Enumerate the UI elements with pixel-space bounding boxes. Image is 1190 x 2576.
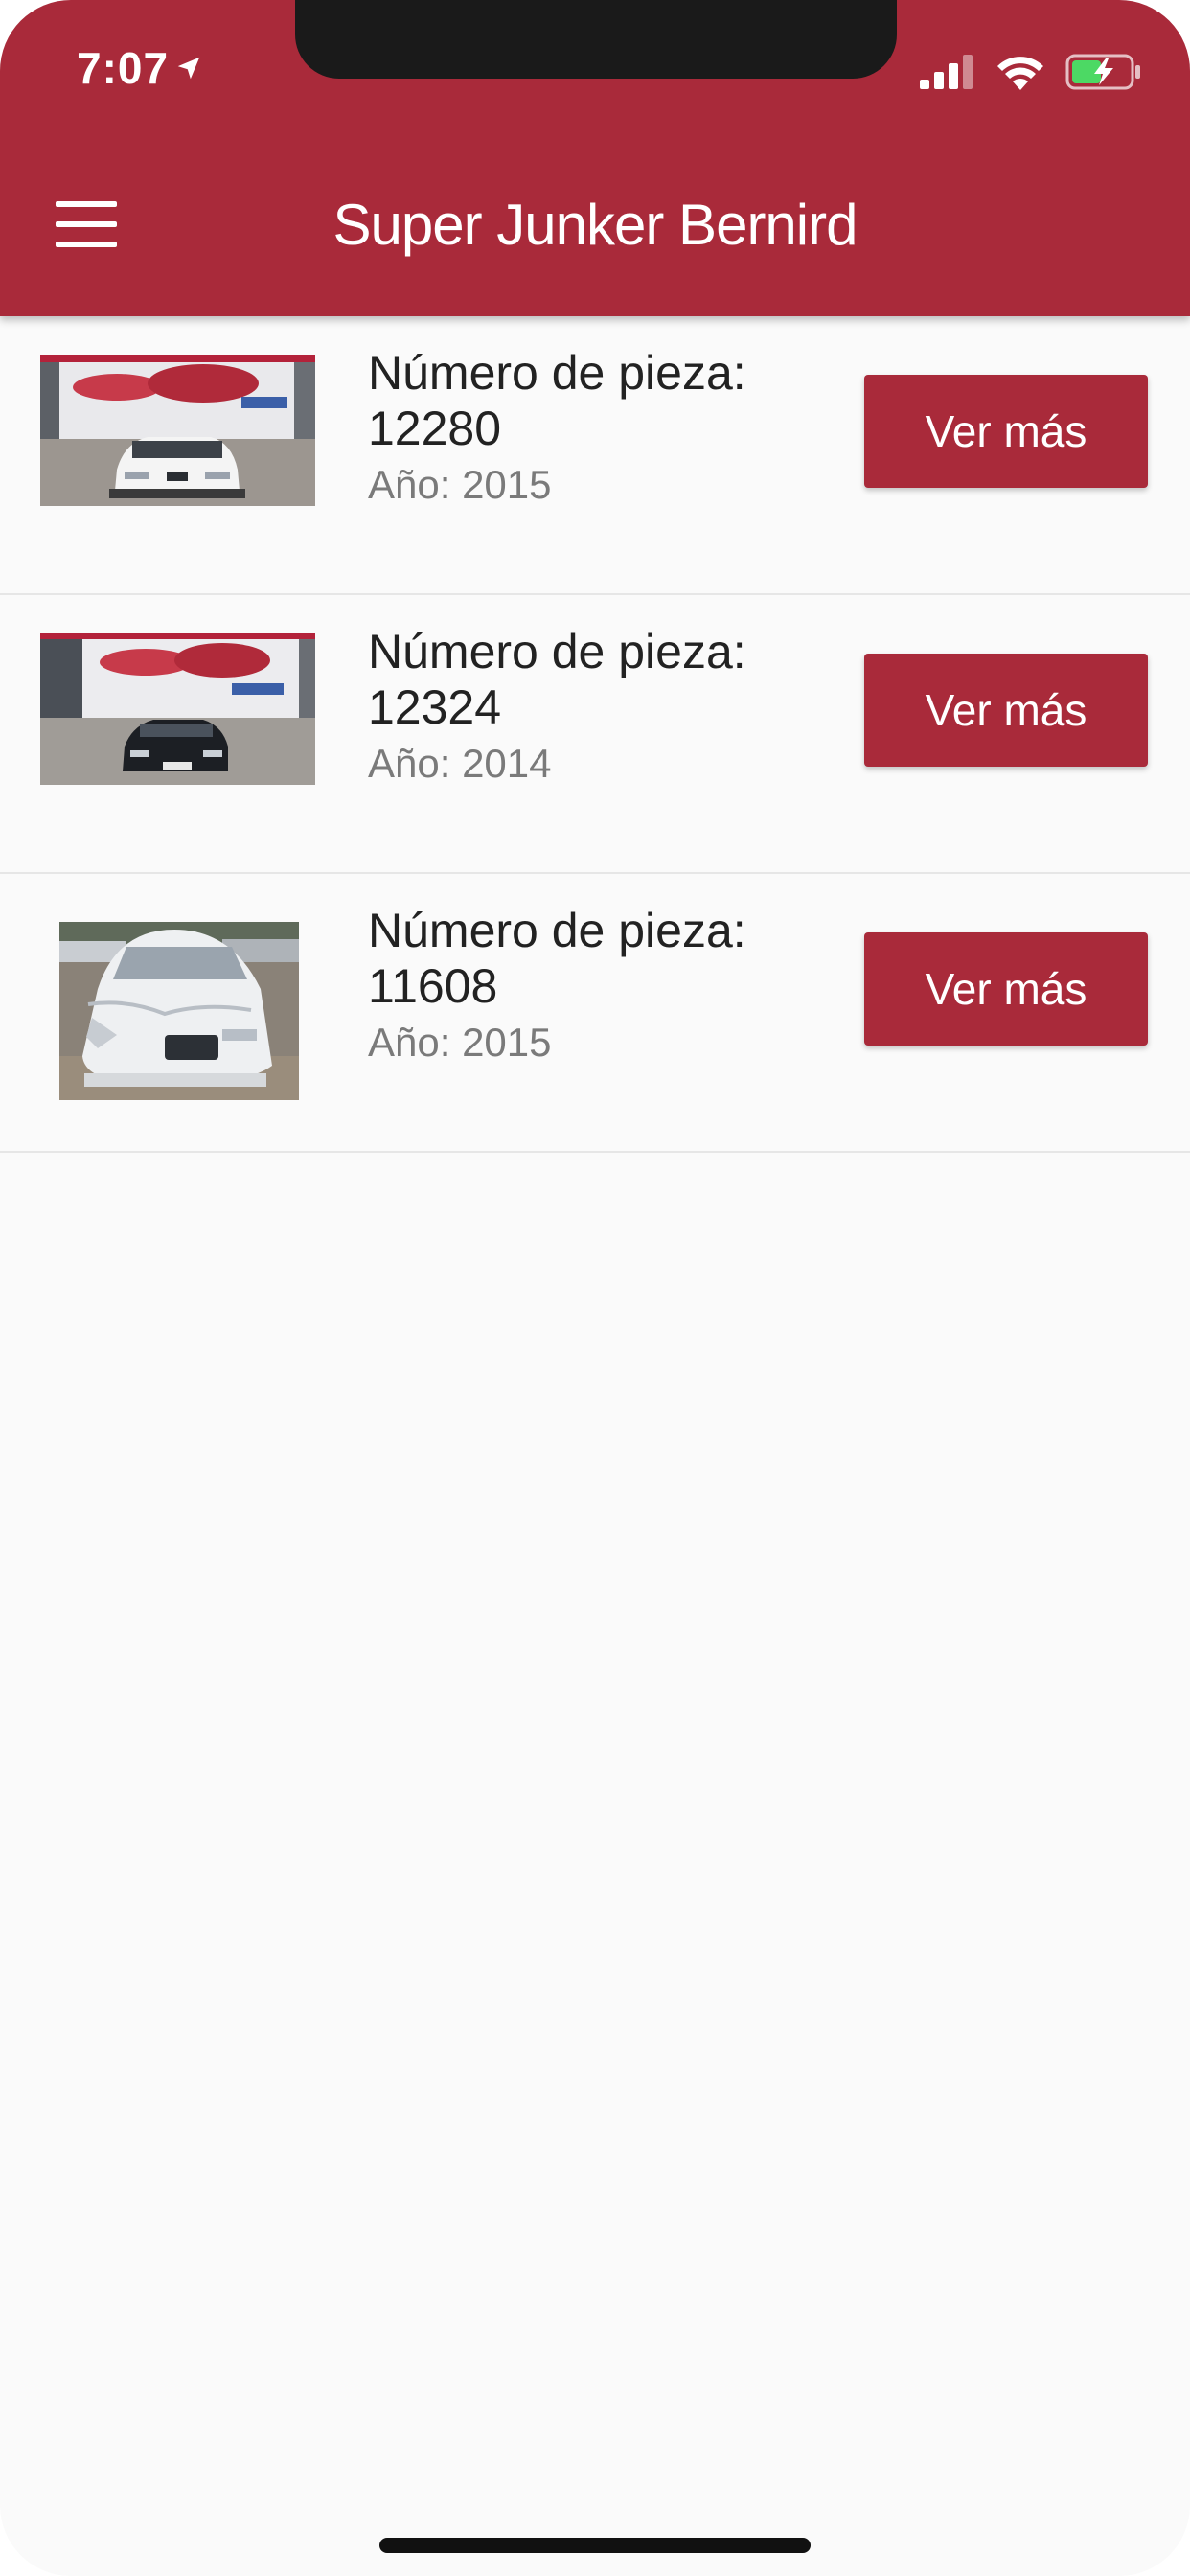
car-thumbnail[interactable] — [40, 633, 315, 785]
item-info: Número de pieza: 12280 Año: 2015 — [368, 345, 828, 512]
list-item: Número de pieza: 11608 Año: 2015 Ver más — [0, 874, 1190, 1153]
home-indicator[interactable] — [379, 2538, 811, 2553]
year-text: Año: 2014 — [368, 741, 552, 786]
year-text: Año: 2015 — [368, 1020, 552, 1065]
parts-list: Número de pieza: 12280 Año: 2015 Ver más — [0, 316, 1190, 1153]
see-more-button[interactable]: Ver más — [864, 375, 1148, 488]
year-text: Año: 2015 — [368, 462, 552, 507]
part-number-value: 11608 — [368, 959, 498, 1013]
cellular-signal-icon — [920, 55, 973, 89]
device-notch — [295, 0, 897, 79]
part-number-label: Número de pieza: — [368, 346, 746, 400]
battery-charging-icon — [1065, 54, 1140, 90]
part-number-label: Número de pieza: — [368, 625, 746, 678]
dark-car-photo — [40, 633, 315, 785]
page-title: Super Junker Bernird — [332, 193, 858, 257]
car-thumbnail[interactable] — [59, 922, 299, 1100]
status-time-text: 7:07 — [77, 43, 170, 93]
status-icons — [920, 54, 1142, 90]
list-item: Número de pieza: 12280 Año: 2015 Ver más — [0, 316, 1190, 595]
phone-screen: 7:07 Super Junker Bernird Número de piez… — [0, 0, 1190, 2576]
item-info: Número de pieza: 11608 Año: 2015 — [368, 903, 828, 1070]
car-thumbnail[interactable] — [40, 355, 315, 506]
white-car-photo — [40, 355, 315, 506]
part-number-label: Número de pieza: — [368, 904, 746, 957]
item-info: Número de pieza: 12324 Año: 2014 — [368, 624, 828, 791]
location-arrow-icon — [177, 57, 200, 80]
list-item: Número de pieza: 12324 Año: 2014 Ver más — [0, 595, 1190, 874]
see-more-button[interactable]: Ver más — [864, 932, 1148, 1046]
wifi-icon — [997, 57, 1043, 90]
status-time: 7:07 — [77, 42, 203, 94]
part-number-value: 12324 — [368, 680, 502, 734]
part-number-value: 12280 — [368, 402, 502, 455]
damaged-white-car-photo — [59, 922, 299, 1100]
see-more-button[interactable]: Ver más — [864, 654, 1148, 767]
app-header: 7:07 Super Junker Bernird — [0, 0, 1190, 316]
